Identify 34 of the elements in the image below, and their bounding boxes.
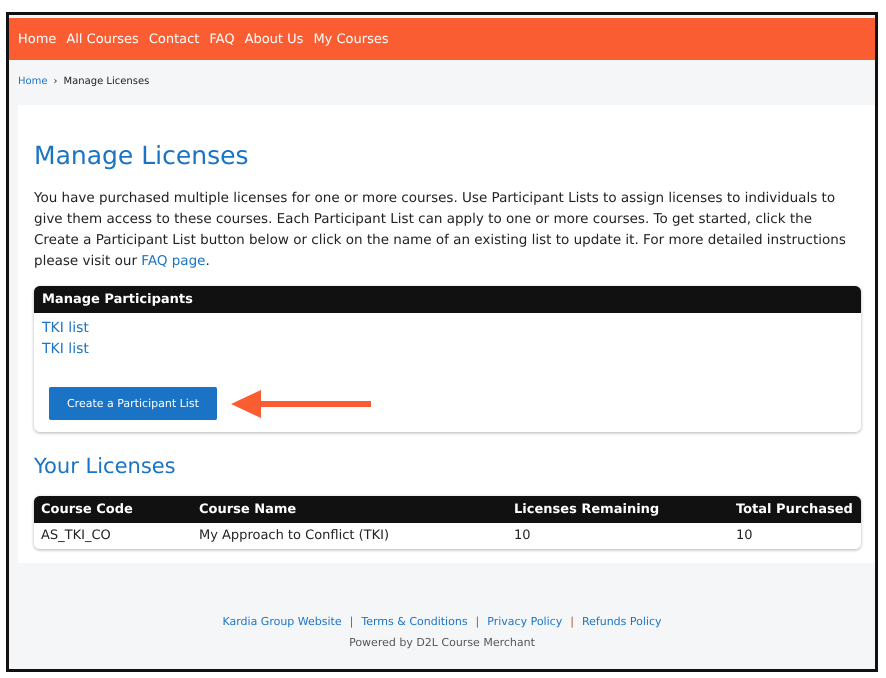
column-header: Course Code <box>34 496 192 523</box>
nav-link[interactable]: About Us <box>244 32 304 46</box>
column-header: Course Name <box>192 496 507 523</box>
arrow-icon <box>230 390 373 418</box>
nav-link[interactable]: FAQ <box>209 32 235 46</box>
table-cell: 10 <box>507 523 729 549</box>
panel-header: Manage Participants <box>34 286 861 313</box>
page-title: Manage Licenses <box>34 141 250 170</box>
participant-list-link[interactable]: TKI list <box>42 318 89 339</box>
table-cell: AS_TKI_CO <box>34 523 192 549</box>
nav-link[interactable]: All Courses <box>66 32 139 46</box>
participant-list-link[interactable]: TKI list <box>42 339 89 360</box>
create-list-button[interactable]: Create a Participant List <box>49 387 217 420</box>
table-cell: My Approach to Conflict (TKI) <box>192 523 507 549</box>
table-cell: 10 <box>729 523 861 549</box>
footer-link[interactable]: Terms & Conditions <box>361 615 468 628</box>
nav-link[interactable]: My Courses <box>313 32 389 46</box>
nav-link[interactable]: Home <box>18 32 56 46</box>
breadcrumb-link[interactable]: Home <box>18 76 48 87</box>
powered-by-text: Powered by D2L Course Merchant <box>349 636 535 649</box>
footer-separator: | <box>350 615 354 628</box>
footer-separator: | <box>570 615 574 628</box>
column-header: Licenses Remaining <box>507 496 729 523</box>
intro-paragraph: You have purchased multiple licenses for one or more courses. Use Participant Lists to assign licenses to individuals to give them access to these courses. Each Participant List can apply to one or more courses. To get started, click the Create a Participant List button below or click on the name of an existing list to update it. For more detailed instructions please visit our FAQ page. <box>34 189 847 271</box>
section-title: Your Licenses <box>34 454 177 478</box>
breadcrumb-current: Manage Licenses <box>64 76 150 87</box>
faq-link[interactable]: FAQ page <box>141 253 206 269</box>
footer-link[interactable]: Kardia Group Website <box>222 615 342 628</box>
footer-separator: | <box>476 615 480 628</box>
footer-link[interactable]: Privacy Policy <box>487 615 562 628</box>
footer-link[interactable]: Refunds Policy <box>582 615 662 628</box>
nav-link[interactable]: Contact <box>148 32 200 46</box>
column-header: Total Purchased <box>729 496 861 523</box>
breadcrumb-separator: › <box>54 76 58 87</box>
